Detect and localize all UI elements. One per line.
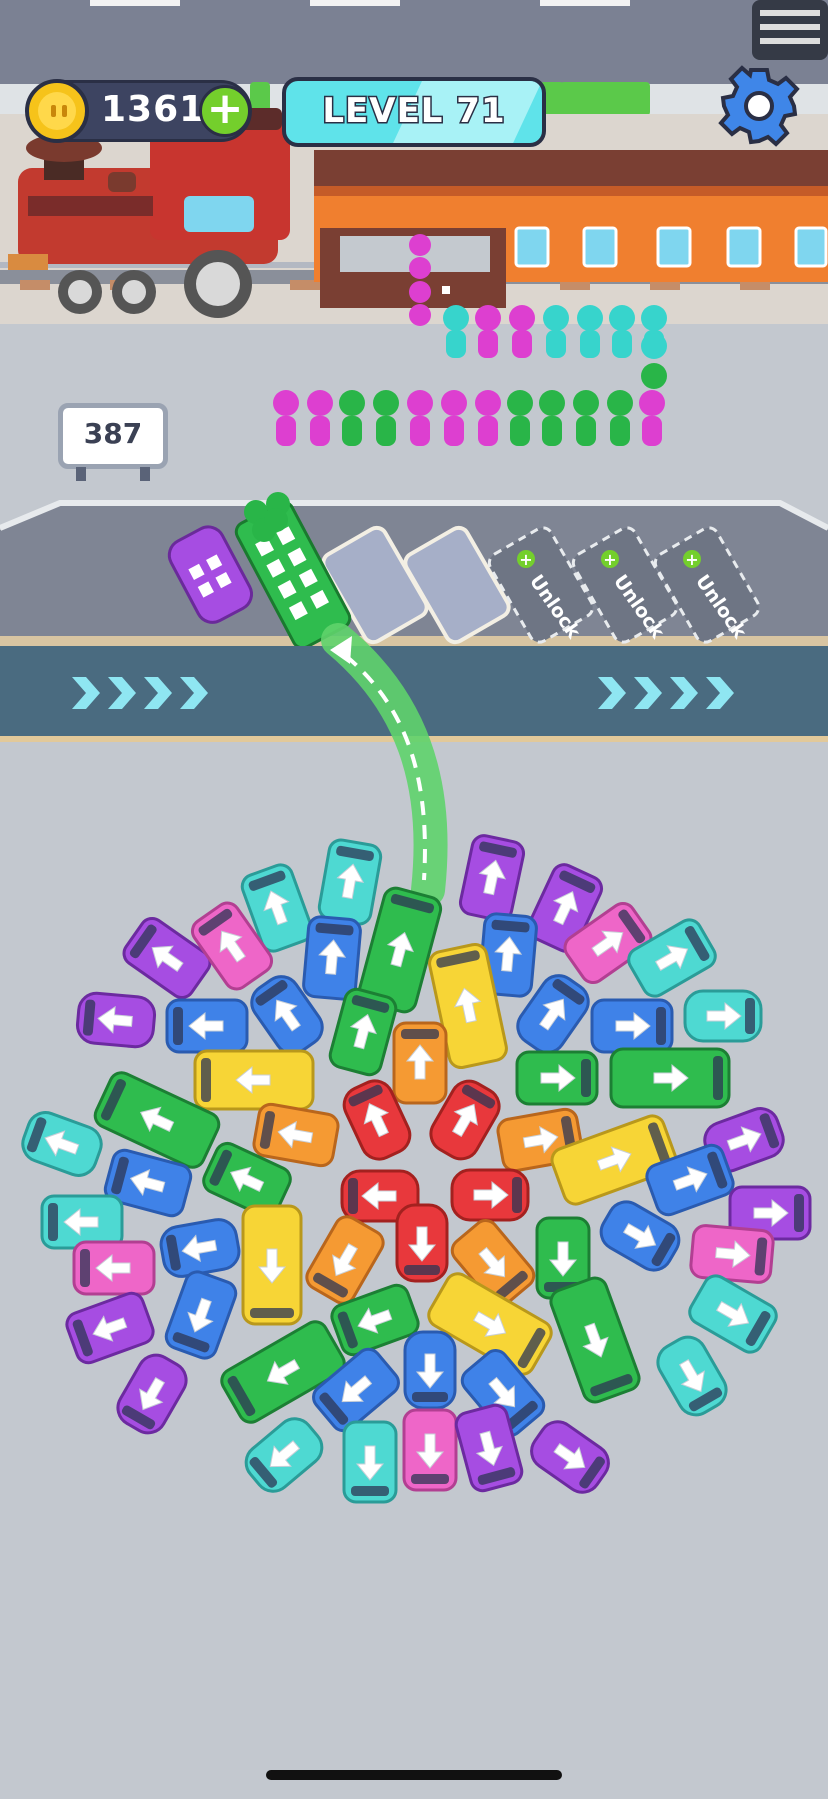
van-vehicle[interactable]	[163, 1269, 239, 1362]
bus-vehicle[interactable]	[609, 1047, 731, 1109]
add-coins-button[interactable]: +	[199, 85, 251, 137]
car-vehicle[interactable]	[395, 1203, 449, 1283]
van-vehicle[interactable]	[328, 987, 399, 1078]
car-vehicle[interactable]	[75, 991, 157, 1049]
van-vehicle[interactable]	[458, 833, 526, 922]
van-vehicle[interactable]	[72, 1240, 156, 1296]
car-vehicle[interactable]	[18, 1108, 107, 1181]
vehicle-pile	[18, 833, 812, 1504]
van-vehicle[interactable]	[515, 1050, 599, 1106]
game-scene: + + +	[0, 0, 828, 1504]
car-vehicle[interactable]	[651, 1331, 732, 1422]
passenger-counter-sign: 387	[58, 403, 168, 483]
svg-text:+: +	[603, 550, 616, 569]
van-vehicle[interactable]	[392, 1021, 448, 1105]
car-vehicle[interactable]	[403, 1330, 457, 1410]
settings-button[interactable]	[718, 65, 800, 147]
van-vehicle[interactable]	[590, 998, 674, 1054]
passenger-counter: 387	[83, 417, 143, 450]
truck-icon	[752, 0, 828, 60]
car-vehicle[interactable]	[525, 1415, 616, 1500]
coin-count: 1361	[101, 89, 206, 130]
car-vehicle[interactable]	[111, 1349, 192, 1440]
home-indicator	[266, 1770, 562, 1780]
bus-vehicle[interactable]	[193, 1049, 315, 1111]
bus-vehicle[interactable]	[241, 1204, 303, 1326]
van-vehicle[interactable]	[302, 915, 362, 1001]
car-vehicle[interactable]	[158, 1217, 242, 1279]
van-vehicle[interactable]	[342, 1420, 398, 1504]
level-label: LEVEL 71	[321, 90, 506, 133]
van-vehicle[interactable]	[165, 998, 249, 1054]
van-vehicle[interactable]	[689, 1224, 775, 1284]
svg-text:+: +	[519, 550, 532, 569]
car-vehicle[interactable]	[683, 989, 763, 1043]
van-vehicle[interactable]	[317, 838, 383, 926]
coin-counter: 1361 +	[25, 79, 252, 143]
svg-text:+: +	[685, 550, 698, 569]
van-vehicle[interactable]	[40, 1194, 124, 1250]
road-markings	[90, 0, 630, 6]
bus-vehicle[interactable]	[548, 1275, 643, 1406]
gear-icon	[718, 65, 800, 147]
car-vehicle[interactable]	[239, 1411, 329, 1498]
plus-icon: +	[206, 83, 244, 134]
van-vehicle[interactable]	[402, 1408, 458, 1492]
level-badge: LEVEL 71	[282, 77, 546, 147]
coin-icon	[25, 79, 89, 143]
car-vehicle[interactable]	[450, 1168, 530, 1222]
van-vehicle[interactable]	[64, 1290, 157, 1366]
van-vehicle[interactable]	[252, 1102, 340, 1168]
